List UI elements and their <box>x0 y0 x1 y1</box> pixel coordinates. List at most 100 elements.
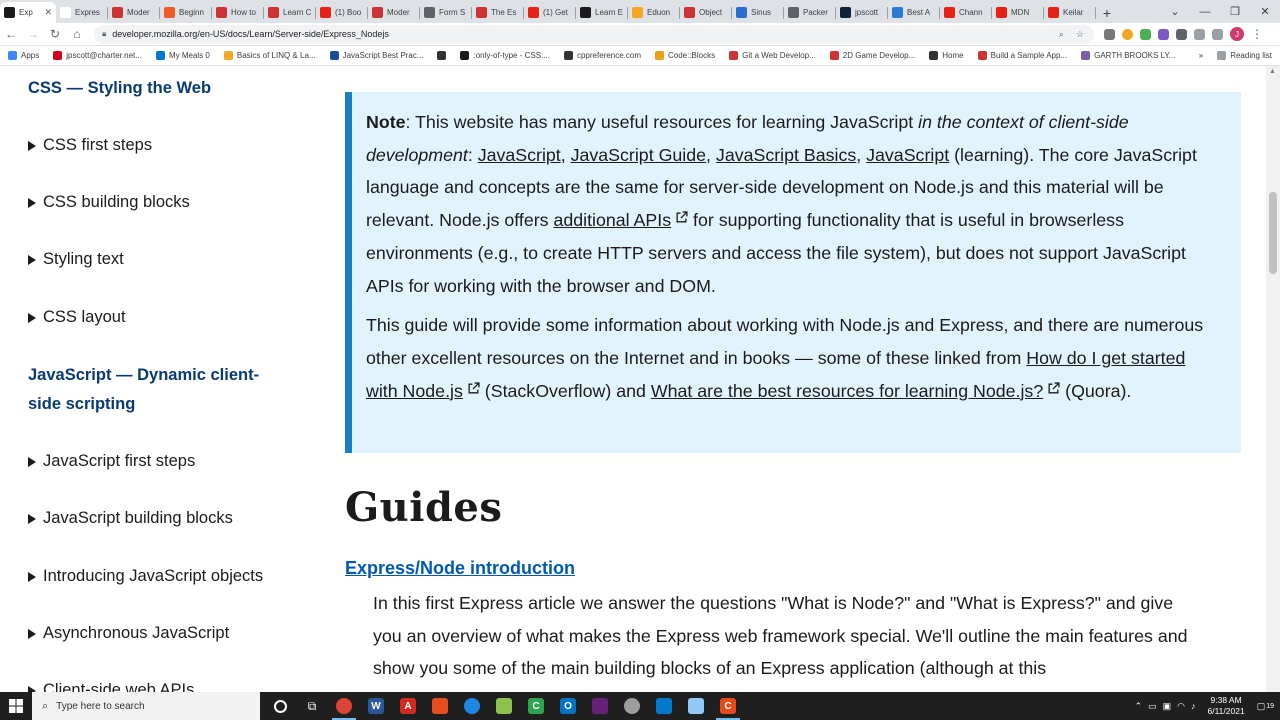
sidebar-item-css-first-steps[interactable]: CSS first steps <box>28 136 152 155</box>
sidebar-item-js-first-steps[interactable]: JavaScript first steps <box>28 452 195 471</box>
volume-icon[interactable]: ♪ <box>1191 701 1196 711</box>
bookmark-star-icon[interactable]: ☆ <box>1076 29 1084 40</box>
sidebar-item-css-building-blocks[interactable]: CSS building blocks <box>28 193 190 212</box>
notification-center-icon[interactable]: ▢ 19 <box>1257 701 1274 712</box>
bookmark-item[interactable]: Apps <box>8 51 39 60</box>
browser-tab[interactable]: MDN <box>992 2 1044 23</box>
link-best-resources[interactable]: What are the best resources for learning… <box>651 381 1043 401</box>
bookmarks-more-button[interactable]: » <box>1199 51 1203 60</box>
home-button[interactable]: ⌂ <box>66 23 88 45</box>
bookmark-item[interactable]: cppreference.com <box>563 51 641 60</box>
visual-studio-taskbar-icon[interactable] <box>584 692 616 720</box>
network-icon[interactable]: ▭ <box>1148 701 1157 712</box>
menu-icon[interactable]: ⋮ <box>1251 27 1263 41</box>
bookmark-item[interactable]: 2D Game Develop... <box>829 51 915 60</box>
link-javascript-learning[interactable]: JavaScript <box>866 145 949 165</box>
browser-tab[interactable]: Exp ✕ <box>0 2 56 23</box>
bookmark-item[interactable]: :only-of-type - CSS:... <box>460 51 550 60</box>
bookmark-item[interactable]: jpscott@charter.net... <box>53 51 142 60</box>
bookmark-item[interactable]: Home <box>929 51 964 60</box>
scroll-up-icon[interactable]: ▲ <box>1269 68 1276 75</box>
app-taskbar-icon[interactable] <box>616 692 648 720</box>
browser-tab[interactable]: Moder <box>108 2 160 23</box>
forward-button[interactable]: → <box>22 23 44 45</box>
minimize-button[interactable]: — <box>1190 0 1220 23</box>
sidebar-item-async-js[interactable]: Asynchronous JavaScript <box>28 624 229 643</box>
browser-tab[interactable]: Chann <box>940 2 992 23</box>
zoom-icon[interactable]: ⌕ <box>1059 29 1064 40</box>
new-tab-button[interactable]: + <box>1096 2 1118 23</box>
browser-tab[interactable]: The Es <box>472 2 524 23</box>
browser-tab[interactable]: (1) Boo <box>316 2 368 23</box>
browser-tab[interactable]: Sinus <box>732 2 784 23</box>
address-bar[interactable]: 🔒︎ developer.mozilla.org/en-US/docs/Lear… <box>94 24 1094 44</box>
start-button[interactable] <box>0 692 32 720</box>
sidebar-icon[interactable] <box>1212 28 1223 40</box>
browser-tab[interactable]: Eduon <box>628 2 680 23</box>
link-express-node-introduction[interactable]: Express/Node introduction <box>345 558 575 579</box>
browser-tab[interactable]: Expres <box>56 2 108 23</box>
office-taskbar-icon[interactable] <box>424 692 456 720</box>
restore-button[interactable]: ❐ <box>1220 0 1250 23</box>
wifi-icon[interactable]: ◠ <box>1177 701 1185 712</box>
browser-tab[interactable]: Moder <box>368 2 420 23</box>
outlook-taskbar-icon[interactable]: O <box>552 692 584 720</box>
bookmark-item[interactable]: Git a Web Develop... <box>729 51 816 60</box>
sidebar-item-web-apis[interactable]: Client-side web APIs <box>28 681 194 692</box>
browser-tab[interactable]: Learn C <box>264 2 316 23</box>
notepadpp-taskbar-icon[interactable] <box>488 692 520 720</box>
bookmark-item[interactable]: Basics of LINQ & La... <box>223 51 316 60</box>
task-view-icon[interactable]: ⧉ <box>296 692 328 720</box>
link-additional-apis[interactable]: additional APIs <box>553 210 671 230</box>
close-tab-icon[interactable]: ✕ <box>44 7 52 18</box>
browser-tab[interactable]: How to <box>212 2 264 23</box>
taskbar-search-box[interactable]: ⌕ Type here to search <box>32 692 260 720</box>
bookmark-item[interactable]: Code::Blocks <box>654 51 715 60</box>
link-javascript-guide[interactable]: JavaScript Guide <box>571 145 706 165</box>
browser-tab[interactable]: Best A <box>888 2 940 23</box>
bookmark-item[interactable] <box>437 51 447 60</box>
word-taskbar-icon[interactable]: W <box>360 692 392 720</box>
profile-avatar[interactable]: J <box>1230 27 1244 41</box>
app-taskbar-icon[interactable] <box>680 692 712 720</box>
extension-icon[interactable] <box>1140 28 1151 40</box>
chrome-taskbar-icon[interactable] <box>328 692 360 720</box>
browser-tab[interactable]: Packer <box>784 2 836 23</box>
sidebar-item-js-building-blocks[interactable]: JavaScript building blocks <box>28 509 233 528</box>
browser-tab[interactable]: Form S <box>420 2 472 23</box>
tray-overflow-icon[interactable]: ⌃ <box>1135 701 1143 712</box>
browser-tab[interactable]: Beginn <box>160 2 212 23</box>
close-window-button[interactable]: ✕ <box>1250 0 1280 23</box>
puzzle-icon[interactable] <box>1176 28 1187 40</box>
page-scrollbar[interactable]: ▲ <box>1266 66 1280 692</box>
recorder-taskbar-icon[interactable]: C <box>712 692 744 720</box>
scrollbar-thumb[interactable] <box>1269 192 1277 274</box>
sidebar-heading-js[interactable]: JavaScript — Dynamic client- side script… <box>28 361 288 419</box>
bookmark-item[interactable]: Build a Sample App... <box>977 51 1067 60</box>
link-javascript-basics[interactable]: JavaScript Basics <box>716 145 856 165</box>
acrobat-taskbar-icon[interactable]: A <box>392 692 424 720</box>
reading-list-button[interactable]: Reading list <box>1217 51 1272 60</box>
cortana-icon[interactable] <box>264 692 296 720</box>
bookmark-item[interactable]: JavaScript Best Prac... <box>329 51 423 60</box>
sidebar-item-js-objects[interactable]: Introducing JavaScript objects <box>28 567 263 586</box>
reload-button[interactable]: ↻ <box>44 23 66 45</box>
back-button[interactable]: ← <box>0 23 22 45</box>
browser-tab[interactable]: Object <box>680 2 732 23</box>
camtasia-taskbar-icon[interactable]: C <box>520 692 552 720</box>
sidebar-heading-css[interactable]: CSS — Styling the Web <box>28 74 288 103</box>
extension-icon[interactable] <box>1104 28 1115 40</box>
taskbar-clock[interactable]: 9:38 AM 6/11/2021 <box>1208 695 1245 717</box>
sidebar-item-css-layout[interactable]: CSS layout <box>28 308 126 327</box>
extension-icon[interactable] <box>1158 28 1169 40</box>
vscode-taskbar-icon[interactable] <box>648 692 680 720</box>
tab-search-icon[interactable]: ⌄ <box>1160 0 1190 23</box>
browser-tab[interactable]: Learn E <box>576 2 628 23</box>
browser-tab[interactable]: jpscott <box>836 2 888 23</box>
app-taskbar-icon[interactable] <box>456 692 488 720</box>
browser-tab[interactable]: Keilar <box>1044 2 1096 23</box>
sidebar-item-styling-text[interactable]: Styling text <box>28 250 124 269</box>
browser-tab[interactable]: (1) Get <box>524 2 576 23</box>
bookmark-item[interactable]: GARTH BROOKS LY... <box>1081 51 1175 60</box>
bookmark-item[interactable]: My Meals 0 <box>155 51 210 60</box>
